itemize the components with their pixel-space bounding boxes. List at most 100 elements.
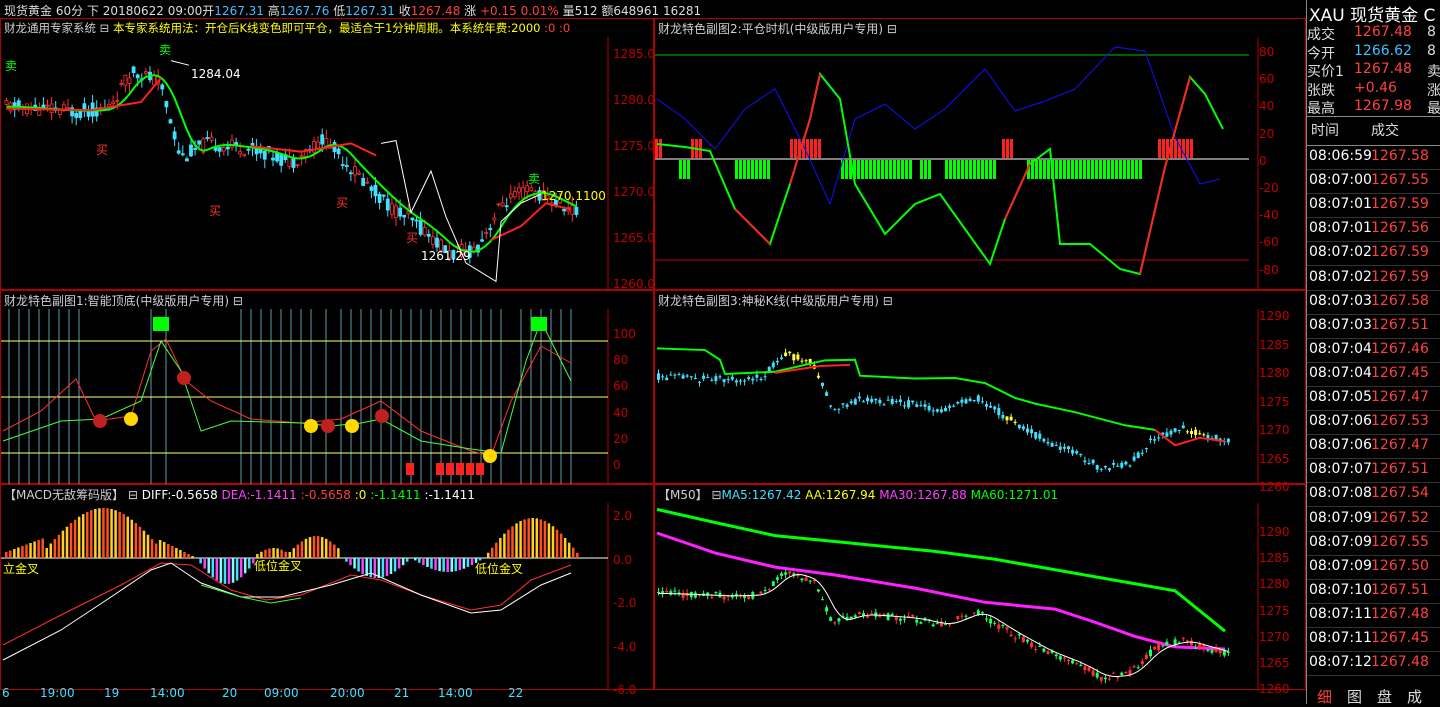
sub3-candle-body [1005, 416, 1009, 421]
ma-candle-body [956, 616, 960, 619]
tick-row[interactable]: 08:07:09 1267.55 [1307, 532, 1440, 556]
tick-price: 1267.59 [1371, 268, 1429, 285]
sub3-candle-body [669, 374, 673, 376]
candle-body [115, 99, 120, 102]
sub1-panel[interactable]: 财龙特色副图1:智能顶底(中级版用户专用) ⊟ 100 80 60 40 20 0 [0, 290, 654, 485]
tick-row[interactable]: 08:07:04 1267.45 [1307, 363, 1440, 387]
y-tick-label: 80 [613, 353, 629, 368]
tick-row[interactable]: 08:07:05 1267.47 [1307, 387, 1440, 411]
ma-candle-body [816, 589, 820, 592]
sub3-candle-body [968, 398, 972, 402]
change-value: +0.15 [480, 4, 517, 18]
ma-candle-body [980, 612, 984, 614]
x-tick-label: 14:00 [438, 686, 473, 700]
ma-candle-body [1210, 650, 1214, 653]
tick-row[interactable]: 08:07:01 1267.56 [1307, 218, 1440, 243]
candle-body [496, 203, 501, 206]
macd-histogram-bar [353, 558, 356, 569]
sub3-candle-body [800, 360, 804, 362]
tick-row[interactable]: 08:07:04 1267.46 [1307, 339, 1440, 363]
sub3-panel[interactable]: 财龙特色副图3:神秘K线(中级版用户专用) ⊟ 1290 1285 1280 1275… [654, 290, 1306, 494]
tick-price: 1267.59 [1371, 196, 1429, 213]
red-dot-marker [177, 371, 191, 385]
sub2-green-bar [977, 160, 980, 179]
sub2-red-bar [1162, 139, 1165, 158]
candle-body [262, 150, 267, 160]
macd-histogram-bar [430, 558, 433, 569]
tick-row[interactable]: 08:07:11 1267.45 [1307, 628, 1440, 652]
sub2-green-bar [1083, 160, 1086, 179]
tick-row[interactable]: 08:07:02 1267.59 [1307, 242, 1440, 267]
ma-candle-body [964, 615, 968, 617]
volume-value: 512 [574, 4, 598, 18]
candle-body [184, 158, 189, 162]
x-tick-label: 20 [222, 686, 238, 700]
ma-candle-body [673, 590, 677, 592]
tick-price: 1267.47 [1371, 389, 1429, 405]
sub3-candle-body [882, 404, 886, 406]
sub3-candle-body [923, 404, 927, 407]
tick-price: 1267.54 [1371, 485, 1429, 502]
ma-candle-body [997, 624, 1001, 629]
tick-row[interactable]: 08:07:07 1267.51 [1307, 459, 1440, 484]
sub3-candle-body [698, 381, 701, 383]
tick-row[interactable]: 08:07:00 1267.55 [1307, 170, 1440, 195]
macd-histogram-bar [304, 538, 308, 558]
tick-row[interactable]: 08:07:09 1267.50 [1307, 556, 1440, 580]
tick-row[interactable]: 08:07:03 1267.51 [1307, 315, 1440, 339]
sub2-chart [655, 37, 1259, 291]
candle-body [517, 187, 521, 193]
signal-buy-4: 买 [406, 231, 419, 245]
ma-candle-body [1149, 649, 1152, 657]
sub2-panel[interactable]: 财龙特色副图2:平仓时机(中级版用户专用) ⊟ 80 60 40 20 0 -20 -40-… [654, 18, 1306, 291]
period[interactable]: 60分 [56, 4, 83, 18]
tick-row[interactable]: 08:07:01 1267.59 [1307, 194, 1440, 219]
tick-row[interactable]: 08:07:08 1267.54 [1307, 483, 1440, 508]
tick-row[interactable]: 08:07:02 1267.59 [1307, 267, 1440, 291]
open-value: 1267.31 [214, 4, 264, 18]
tick-price: 1267.47 [1371, 437, 1429, 454]
candle-body [176, 150, 181, 154]
tick-row[interactable]: 08:07:12 1267.48 [1307, 652, 1440, 677]
candle-body [316, 141, 321, 149]
macd-histogram-bar [90, 510, 93, 558]
ma-candle-body [993, 622, 997, 624]
quote-row-value: 1267.98 [1354, 98, 1412, 114]
macd-chart [1, 503, 609, 691]
sub3-candle-body [952, 405, 956, 407]
macd-panel[interactable]: 【MACD无敌筹码版】 ⊟ DIFF:-0.5658 DEA:-1.1411 :… [0, 484, 654, 697]
direction: 下 [86, 4, 99, 18]
sub2-green-bar [945, 160, 948, 179]
tick-row[interactable]: 08:07:09 1267.52 [1307, 508, 1440, 532]
macd-histogram-bar [150, 539, 154, 558]
candle-body [389, 203, 394, 215]
candle-body [357, 172, 362, 175]
ma-candle-body [1190, 640, 1193, 646]
main-chart-panel[interactable]: 财龙通用专家系统 ⊟ 本专家系统用法：开仓后K线变色即可平仓，最适合于1分钟周期… [0, 18, 655, 291]
sub3-candle-body [870, 398, 874, 403]
symbol-name[interactable]: 现货黄金 [4, 4, 52, 18]
sub2-green-bar [1107, 160, 1110, 179]
sub3-candle-body [886, 399, 890, 401]
y-tick-label: 0 [1259, 153, 1267, 168]
macd-histogram-bar [572, 547, 575, 558]
ma-panel[interactable]: 【M50】 ⊟MA5:1267.42 AA:1267.94 MA30:1267.… [654, 484, 1306, 696]
sub2-red-bar [1174, 139, 1177, 158]
sub3-candle-body [890, 398, 894, 404]
sub3-candle-body [956, 402, 960, 404]
sub2-green-bar [1035, 160, 1038, 179]
tick-row[interactable]: 08:07:06 1267.53 [1307, 411, 1440, 436]
sub3-chart [656, 309, 1259, 485]
tick-row[interactable]: 08:06:59 1267.58 [1307, 146, 1440, 170]
tick-row[interactable]: 08:07:11 1267.48 [1307, 604, 1440, 628]
sub2-green-bar [901, 160, 904, 179]
candle-body [238, 150, 243, 155]
tick-row[interactable]: 08:07:06 1267.47 [1307, 435, 1440, 460]
tick-row[interactable]: 08:07:03 1267.58 [1307, 291, 1440, 315]
x-tick-label: 22 [508, 686, 524, 700]
sub3-candle-body [972, 400, 976, 402]
ma-candle-body [1067, 659, 1070, 662]
chart-header: 现货黄金 60分 下 20180622 09:00开1267.31 高1267.… [4, 2, 701, 19]
candle-body [385, 198, 390, 211]
tick-row[interactable]: 08:07:10 1267.51 [1307, 580, 1440, 604]
